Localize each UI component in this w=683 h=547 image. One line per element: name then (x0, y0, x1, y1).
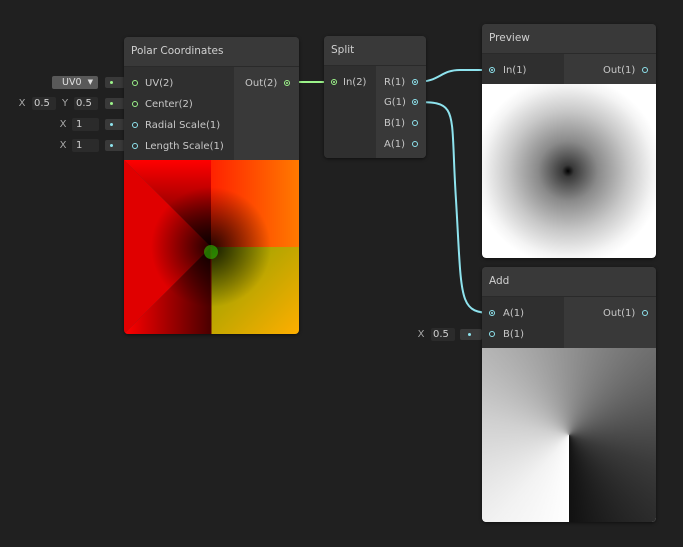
input-column: A(1) B(1) (482, 297, 564, 348)
port-dot[interactable] (489, 67, 495, 73)
port-label: UV(2) (145, 78, 174, 89)
add-b-x-label: X (417, 329, 425, 340)
polar-preview-image (124, 160, 299, 334)
node-title[interactable]: Preview (482, 24, 656, 54)
input-column: UV(2) Center(2) Radial Scale(1) Length S… (124, 67, 234, 160)
node-preview (124, 160, 299, 334)
port-out[interactable]: Out(1) (564, 306, 656, 322)
node-preview (482, 348, 656, 522)
port-length-scale[interactable]: Length Scale(1) (124, 139, 234, 155)
port-dot[interactable] (412, 120, 418, 126)
port-label: Out(2) (245, 78, 278, 89)
radial-x-label: X (59, 119, 67, 130)
port-uv[interactable]: UV(2) (124, 76, 234, 92)
port-label: G(1) (384, 97, 406, 108)
port-dot[interactable] (412, 141, 418, 147)
port-label: Out(1) (603, 65, 636, 76)
port-label: A(1) (384, 139, 406, 150)
chevron-down-icon: ▼ (87, 78, 93, 86)
output-column: Out(2) (234, 67, 299, 160)
center-x-field[interactable]: 0.5 (32, 97, 56, 110)
node-title[interactable]: Add (482, 267, 656, 297)
add-b-field[interactable]: 0.5 (431, 328, 455, 341)
port-label: In(1) (503, 65, 527, 76)
port-dot[interactable] (132, 101, 138, 107)
port-dot[interactable] (489, 310, 495, 316)
port-dot[interactable] (489, 331, 495, 337)
port-out[interactable]: Out(1) (564, 63, 656, 79)
split-node[interactable]: Split In(2) R(1) G(1) B(1) A(1) (324, 36, 426, 158)
port-g[interactable]: G(1) (376, 95, 426, 111)
uv-dropdown-value: UV0 (62, 77, 82, 88)
wire-split-g-to-add[interactable] (415, 101, 493, 314)
center-connector (105, 98, 125, 109)
input-column: In(1) (482, 54, 564, 84)
node-preview (482, 84, 656, 258)
port-dot[interactable] (331, 79, 337, 85)
center-y-field[interactable]: 0.5 (74, 97, 98, 110)
preview-node[interactable]: Preview In(1) Out(1) (482, 24, 656, 258)
port-in[interactable]: In(1) (482, 63, 564, 79)
port-r[interactable]: R(1) (376, 75, 426, 91)
radial-connector (105, 119, 125, 130)
input-column: In(2) (324, 66, 376, 158)
radial-scale-field[interactable]: 1 (72, 118, 99, 131)
port-out[interactable]: Out(2) (234, 76, 299, 92)
center-x-label: X (18, 98, 26, 109)
port-a[interactable]: A(1) (482, 306, 564, 322)
port-dot[interactable] (412, 79, 418, 85)
port-label: Center(2) (145, 99, 193, 110)
wire-split-r-to-preview[interactable] (415, 69, 492, 83)
output-column: R(1) G(1) B(1) A(1) (376, 66, 426, 158)
center-y-label: Y (61, 98, 69, 109)
port-label: R(1) (384, 77, 406, 88)
port-dot[interactable] (132, 80, 138, 86)
port-label: Out(1) (603, 308, 636, 319)
port-dot[interactable] (132, 143, 138, 149)
polar-coordinates-node[interactable]: Polar Coordinates UV(2) Center(2) Radial… (124, 37, 299, 334)
add-node[interactable]: Add A(1) B(1) Out(1) (482, 267, 656, 522)
length-scale-field[interactable]: 1 (72, 139, 99, 152)
port-b[interactable]: B(1) (482, 327, 564, 343)
output-column: Out(1) (564, 297, 656, 348)
length-connector (105, 140, 125, 151)
port-center[interactable]: Center(2) (124, 97, 234, 113)
uv-dropdown[interactable]: UV0 ▼ (52, 76, 98, 89)
port-label: In(2) (343, 77, 367, 88)
port-dot[interactable] (642, 310, 648, 316)
port-label: B(1) (384, 118, 406, 129)
port-dot[interactable] (412, 99, 418, 105)
add-b-connector (460, 329, 482, 340)
add-preview-image (482, 348, 656, 522)
port-label: A(1) (503, 308, 525, 319)
port-dot[interactable] (642, 67, 648, 73)
port-a[interactable]: A(1) (376, 137, 426, 153)
port-b[interactable]: B(1) (376, 116, 426, 132)
output-column: Out(1) (564, 54, 656, 84)
port-in[interactable]: In(2) (324, 75, 376, 91)
port-dot[interactable] (132, 122, 138, 128)
port-label: Length Scale(1) (145, 141, 224, 152)
node-title[interactable]: Split (324, 36, 426, 66)
port-radial-scale[interactable]: Radial Scale(1) (124, 118, 234, 134)
uv-connector (105, 77, 125, 88)
port-label: B(1) (503, 329, 525, 340)
port-dot[interactable] (284, 80, 290, 86)
port-label: Radial Scale(1) (145, 120, 221, 131)
length-x-label: X (59, 140, 67, 151)
node-title[interactable]: Polar Coordinates (124, 37, 299, 67)
